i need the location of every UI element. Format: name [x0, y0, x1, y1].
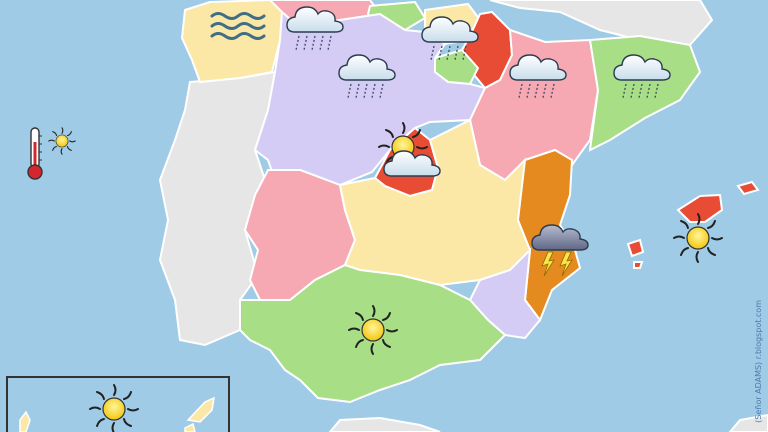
island-canary-east [186, 396, 215, 423]
region-catalonia [588, 34, 702, 152]
island-menorca [736, 180, 760, 196]
credit-url: r.blogspot.com [754, 300, 763, 360]
fog-icon [206, 8, 270, 52]
spain-map [6, 0, 768, 432]
island-canary-east-2 [184, 422, 196, 432]
island-canary-west [19, 410, 31, 432]
sun-icon [89, 384, 139, 432]
island-ibiza [626, 238, 645, 258]
credit-text: (Señor ADAMS) [754, 361, 763, 423]
thermometer-icon [27, 127, 43, 180]
weather-map: (Señor ADAMS) r.blogspot.com [0, 0, 768, 432]
sun-icon [48, 127, 76, 155]
island-formentera [633, 261, 644, 269]
credit-label: (Señor ADAMS) r.blogspot.com [752, 300, 766, 430]
africa-land [328, 416, 441, 432]
